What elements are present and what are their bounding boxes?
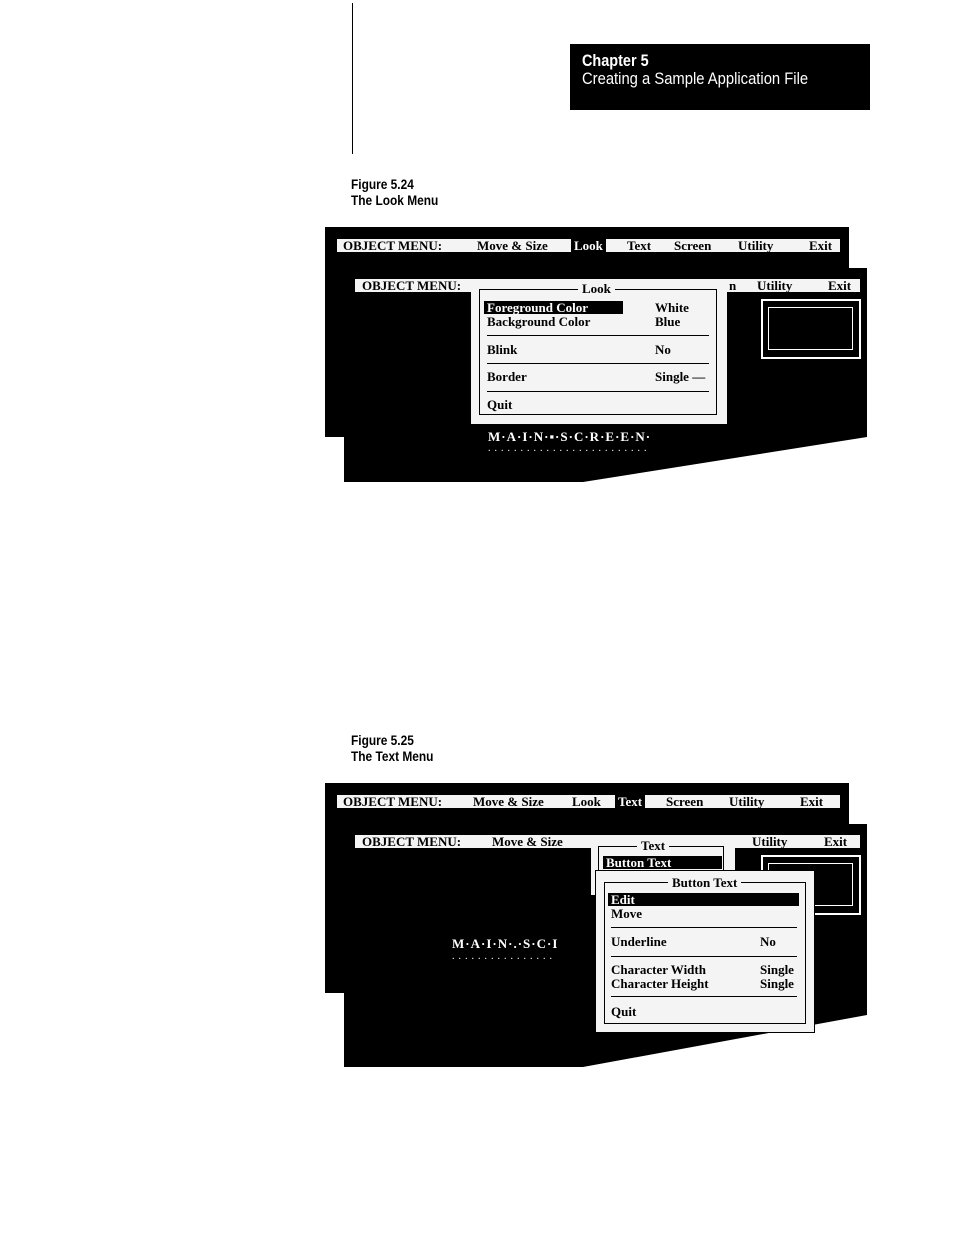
menu-screen[interactable]: Screen [666,795,703,808]
menu-utility[interactable]: Utility [738,239,773,252]
menu-option-character-width[interactable]: Character Width [611,963,706,976]
menu-look[interactable]: Look [572,795,601,808]
menu-option-quit[interactable]: Quit [611,1005,636,1018]
object-menu-label: OBJECT MENU: [362,834,462,849]
menu-move-size[interactable]: Move & Size [477,239,548,252]
menu-option-move[interactable]: Move [611,907,642,920]
menu-utility[interactable]: Utility [752,835,787,848]
menu-option-character-height[interactable]: Character Height [611,977,709,990]
popup-title: Look [578,282,615,295]
screen-object-inner [768,307,853,350]
figure-caption: Figure 5.24 The Look Menu [351,176,438,208]
figure-number: Figure 5.25 [351,732,414,748]
menu-exit[interactable]: Exit [824,835,847,848]
menu-exit[interactable]: Exit [828,279,851,292]
chapter-header: Chapter 5 Creating a Sample Application … [570,44,870,110]
object-menu-label: OBJECT MENU: [343,794,443,809]
menu-utility[interactable]: Utility [729,795,764,808]
menu-text[interactable]: Text [615,795,646,808]
main-screen-label: M·A·I·N·.·S·C·I [452,936,559,951]
menu-screen-partial[interactable]: n [729,279,736,292]
option-value: White [655,300,689,315]
screen-object-box[interactable] [761,299,861,359]
popup-title: Button Text [668,876,742,889]
menu-move-size[interactable]: Move & Size [473,795,544,808]
option-value: Single [760,976,794,991]
separator [611,956,797,957]
dotted-line: ................ [452,951,556,962]
margin-rule [352,3,353,154]
menu-option-foreground-color[interactable]: Foreground Color [484,301,623,314]
figure-5-25: OBJECT MENU: Move & Size Look Text Scree… [325,783,870,1069]
menu-option-edit[interactable]: Edit [608,893,799,906]
option-value: No [655,342,671,357]
menu-utility[interactable]: Utility [757,279,792,292]
menu-option-blink[interactable]: Blink [487,343,517,356]
option-value: Single [760,962,794,977]
chapter-title: Creating a Sample Application File [582,69,809,88]
figure-5-24: OBJECT MENU: Move & Size Look Text Scree… [325,227,870,485]
separator [611,996,797,997]
menu-look[interactable]: Look [571,239,606,252]
separator [611,927,797,928]
menu-option-background-color[interactable]: Background Color [487,315,590,328]
option-value: No [760,934,776,949]
menu-option-quit[interactable]: Quit [487,398,512,411]
menu-option-border[interactable]: Border [487,370,527,383]
object-menu-label: OBJECT MENU: [343,238,443,253]
look-menu-popup: Look Foreground Color White Background C… [471,279,727,424]
popup-title: Text [637,839,670,852]
figure-number: Figure 5.24 [351,176,414,192]
menu-exit[interactable]: Exit [809,239,832,252]
option-value: Blue [655,314,681,329]
menu-exit[interactable]: Exit [800,795,823,808]
figure-caption: Figure 5.25 The Text Menu [351,732,433,764]
figure-title: The Text Menu [351,748,434,764]
separator [487,363,709,364]
menu-option-underline[interactable]: Underline [611,935,667,948]
figure-title: The Look Menu [351,192,439,208]
button-text-popup: Button Text Edit Move Underline No Chara… [595,870,815,1033]
separator [487,391,709,392]
object-menu-bar-back: OBJECT MENU: Move & Size Look Text Scree… [337,795,840,808]
menu-screen[interactable]: Screen [674,239,711,252]
object-menu-label: OBJECT MENU: [362,278,462,293]
chapter-number: Chapter 5 [582,51,649,70]
separator [487,335,709,336]
menu-option-button-text[interactable]: Button Text [603,856,722,869]
option-value: Single — [655,369,706,384]
object-menu-bar-back: OBJECT MENU: Move & Size Look Text Scree… [337,239,840,252]
menu-move-size[interactable]: Move & Size [492,835,563,848]
menu-text[interactable]: Text [627,239,651,252]
dotted-line: ......................... [488,443,651,454]
